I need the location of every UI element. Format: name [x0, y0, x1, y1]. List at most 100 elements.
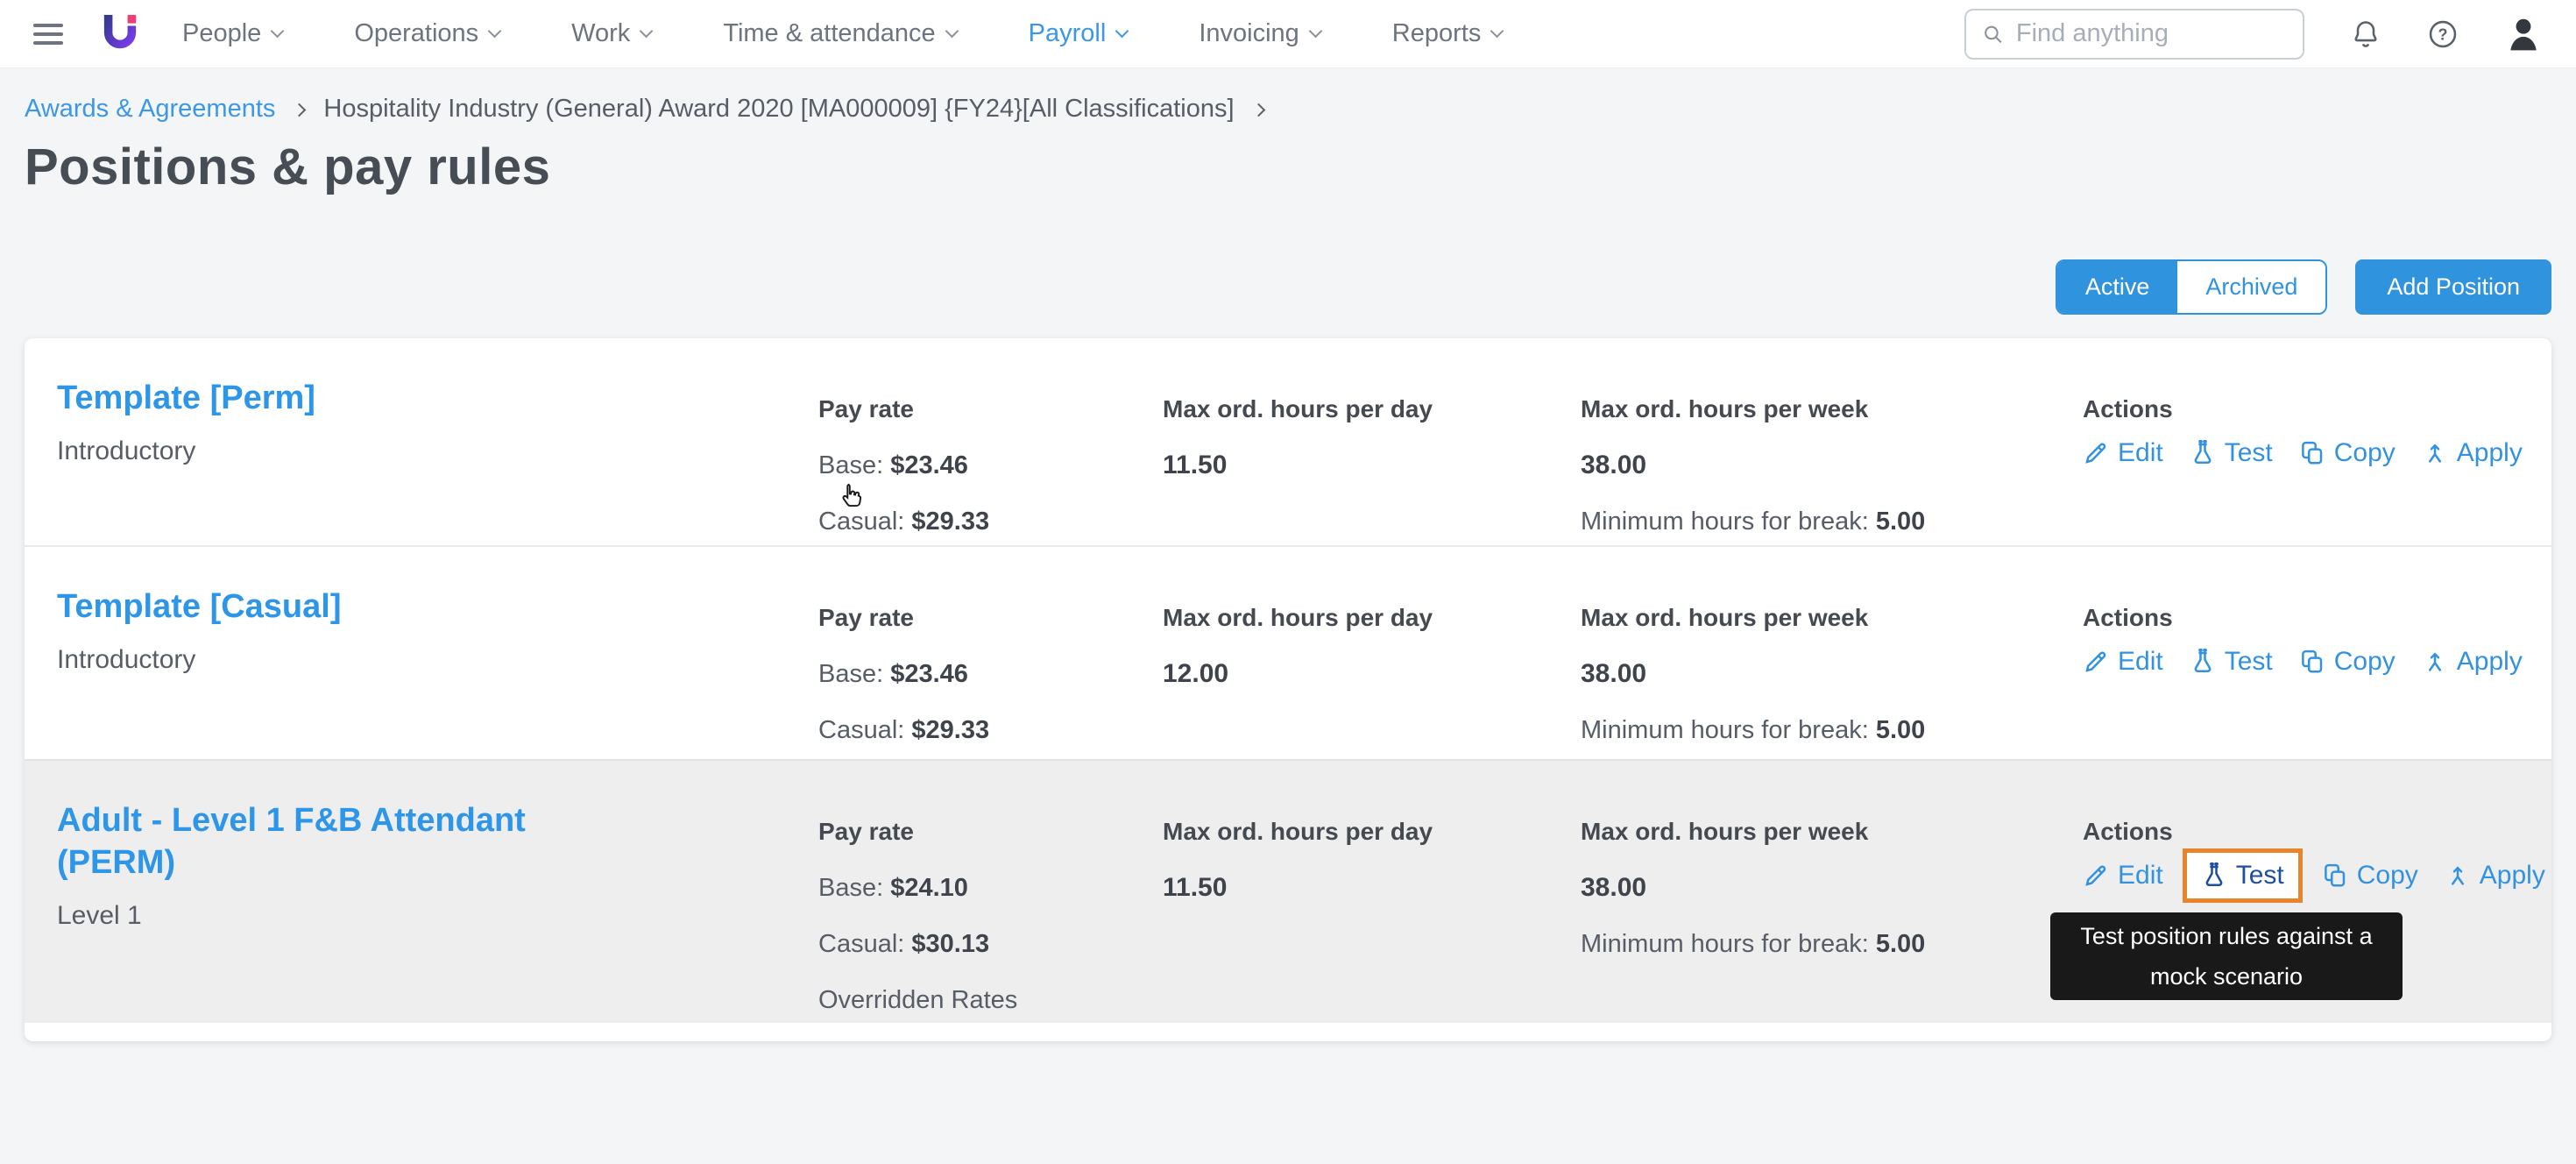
pay-rate-cell: Pay rate Base: $24.10 Casual: $30.13 Ove…: [818, 818, 1018, 1014]
edit-action[interactable]: Edit: [2083, 438, 2163, 468]
nav-item-invoicing[interactable]: Invoicing: [1199, 19, 1323, 48]
hamburger-menu-icon[interactable]: [33, 23, 63, 45]
pencil-icon: [2085, 651, 2106, 672]
chevron-down-icon: [640, 24, 654, 39]
nav-item-payroll[interactable]: Payroll: [1029, 19, 1129, 48]
max-day-cell: Max ord. hours per day 11.50: [1163, 815, 1581, 905]
position-name-link[interactable]: Template [Perm]: [57, 377, 635, 419]
pencil-icon: [2085, 865, 2106, 886]
position-name-link[interactable]: Template [Casual]: [57, 586, 635, 628]
base-rate-value: $23.46: [890, 660, 968, 688]
copy-action[interactable]: Copy: [2322, 861, 2418, 891]
test-action-hovered[interactable]: Test: [2201, 861, 2284, 891]
position-name-cell: Template [Casual] Introductory: [57, 586, 818, 675]
casual-rate-value: $29.33: [911, 716, 990, 744]
positions-table: Template [Perm] Introductory Pay rate Ba…: [25, 338, 2551, 1041]
pay-rate-header: Pay rate: [818, 395, 914, 422]
max-week-cell: Max ord. hours per week 38.00 Minimum ho…: [1581, 393, 2083, 538]
chevron-down-icon: [945, 24, 959, 39]
casual-rate-value: $29.33: [911, 507, 990, 536]
nav-item-time-attendance[interactable]: Time & attendance: [723, 19, 959, 48]
pencil-icon: [2085, 443, 2106, 464]
max-day-value: 12.00: [1163, 659, 1229, 688]
casual-rate-value: $30.13: [911, 930, 990, 958]
copy-action[interactable]: Copy: [2299, 647, 2396, 677]
edit-action[interactable]: Edit: [2083, 647, 2163, 677]
chevron-right-icon: [1251, 103, 1265, 117]
max-week-value: 38.00: [1581, 873, 1647, 902]
table-row-highlighted: Adult - Level 1 F&B Attendant (PERM) Lev…: [25, 759, 2551, 1023]
flask-icon: [2194, 440, 2212, 465]
chevron-down-icon: [1308, 24, 1323, 39]
test-highlight-box: Test: [2182, 848, 2303, 903]
apply-person-icon: [2428, 652, 2441, 671]
main-nav: People Operations Work Time & attendance…: [182, 19, 1504, 48]
max-week-value: 38.00: [1581, 659, 1647, 688]
chevron-right-icon: [293, 103, 307, 117]
min-break-value: 5.00: [1875, 507, 1926, 536]
position-classification: Level 1: [57, 901, 142, 930]
position-name-cell: Adult - Level 1 F&B Attendant (PERM) Lev…: [57, 799, 818, 931]
chevron-down-icon: [487, 24, 502, 39]
breadcrumb-awards-link[interactable]: Awards & Agreements: [25, 95, 275, 124]
nav-item-operations[interactable]: Operations: [354, 19, 502, 48]
toggle-active[interactable]: Active: [2056, 261, 2178, 313]
position-classification: Introductory: [57, 436, 196, 465]
add-position-button[interactable]: Add Position: [2355, 259, 2551, 315]
table-row: Template [Casual] Introductory Pay rate …: [25, 545, 2551, 759]
max-week-value: 38.00: [1581, 451, 1647, 479]
pay-rate-cell: Pay rate Base: $23.46 Casual: $29.33: [818, 604, 990, 744]
copy-icon: [2301, 649, 2322, 673]
apply-person-icon: [2451, 866, 2464, 885]
max-day-cell: Max ord. hours per day 12.00: [1163, 601, 1581, 691]
edit-action[interactable]: Edit: [2083, 861, 2163, 891]
nav-item-people[interactable]: People: [182, 19, 285, 48]
apply-action[interactable]: Apply: [2422, 647, 2523, 677]
max-week-cell: Max ord. hours per week 38.00 Minimum ho…: [1581, 601, 2083, 747]
chevron-down-icon: [1490, 24, 1504, 39]
base-rate-value: $23.46: [890, 451, 968, 479]
flask-icon: [2205, 862, 2223, 887]
notifications-button[interactable]: [2350, 18, 2381, 50]
toggle-archived[interactable]: Archived: [2177, 261, 2326, 313]
actions-cell: Actions Edit Test Copy Apply: [2083, 604, 2523, 677]
apply-action[interactable]: Apply: [2422, 438, 2523, 468]
logo-u-icon: [103, 14, 137, 48]
nav-item-reports[interactable]: Reports: [1392, 19, 1504, 48]
card-bottom-strip: [25, 1023, 2551, 1041]
chevron-down-icon: [1115, 24, 1129, 39]
mouse-cursor: [837, 480, 867, 516]
help-icon: ?: [2429, 20, 2457, 47]
user-avatar[interactable]: [2504, 15, 2543, 53]
table-row: Template [Perm] Introductory Pay rate Ba…: [25, 338, 2551, 545]
test-tooltip: Test position rules against a mock scena…: [2050, 912, 2403, 1000]
app-logo[interactable]: [102, 13, 138, 55]
pay-rate-cell: Pay rate Base: $23.46 Casual: $29.33: [818, 393, 1163, 538]
test-action[interactable]: Test: [2190, 438, 2273, 468]
max-day-value: 11.50: [1163, 873, 1228, 902]
svg-text:?: ?: [2438, 25, 2448, 43]
search-input[interactable]: [2015, 19, 2287, 48]
flask-icon: [2194, 649, 2212, 673]
max-day-cell: Max ord. hours per day 11.50: [1163, 393, 1581, 482]
hand-pointer-icon: [842, 483, 862, 507]
position-name-link[interactable]: Adult - Level 1 F&B Attendant (PERM): [57, 799, 635, 884]
position-name-cell: Template [Perm] Introductory: [57, 377, 818, 466]
active-archived-toggle: Active Archived: [2055, 259, 2328, 315]
list-controls: Active Archived Add Position: [25, 259, 2551, 315]
copy-icon: [2324, 863, 2345, 887]
test-action[interactable]: Test: [2190, 647, 2273, 677]
help-button[interactable]: ?: [2427, 18, 2459, 50]
apply-action[interactable]: Apply: [2445, 861, 2545, 891]
copy-action[interactable]: Copy: [2299, 438, 2396, 468]
actions-cell: Actions Edit Test Copy Apply: [2083, 395, 2523, 468]
chevron-down-icon: [271, 24, 285, 39]
max-day-value: 11.50: [1163, 451, 1228, 479]
bell-icon: [2354, 20, 2377, 47]
page-title: Positions & pay rules: [25, 138, 551, 195]
nav-item-work[interactable]: Work: [571, 19, 654, 48]
breadcrumb-current: Hospitality Industry (General) Award 202…: [323, 95, 1235, 123]
global-search[interactable]: [1964, 8, 2304, 60]
max-week-cell: Max ord. hours per week 38.00 Minimum ho…: [1581, 815, 2083, 961]
top-nav-bar: People Operations Work Time & attendance…: [0, 0, 2576, 68]
